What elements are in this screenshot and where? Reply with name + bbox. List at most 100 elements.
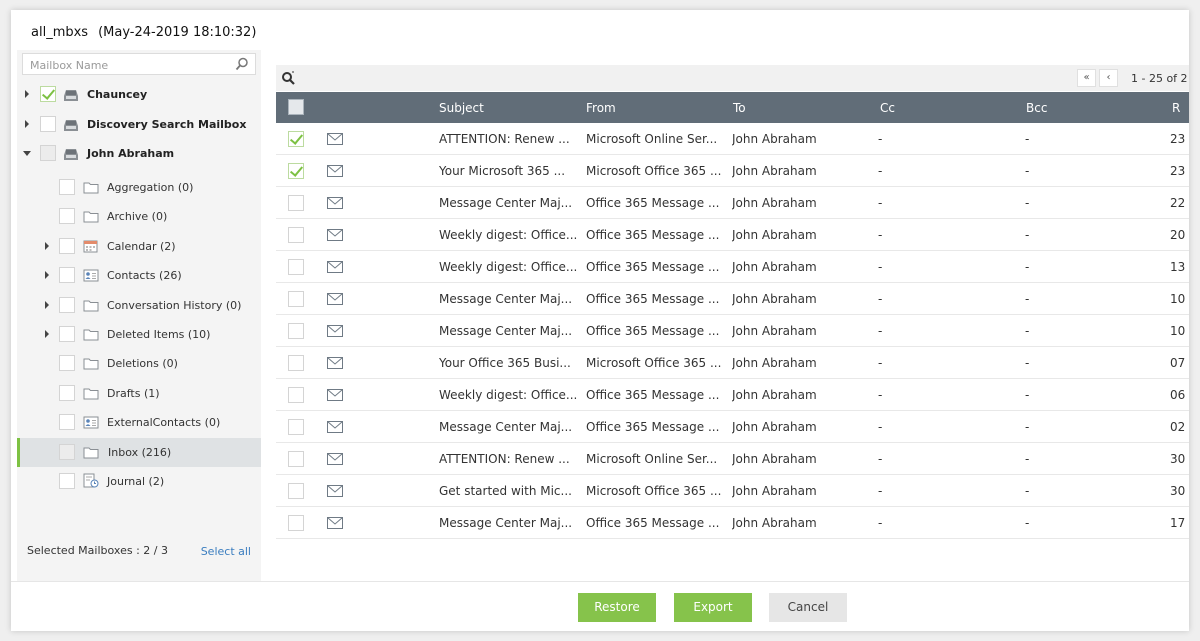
restore-dialog: all_mbxs (May-24-2019 18:10:32) Chauncey D… xyxy=(11,10,1189,631)
folder-checkbox[interactable] xyxy=(59,384,75,401)
contacts-icon xyxy=(83,267,99,286)
mailbox-checkbox[interactable] xyxy=(40,86,56,102)
search-icon[interactable] xyxy=(235,57,249,71)
grid-search-icon[interactable] xyxy=(281,71,296,86)
mailbox-label: Discovery Search Mailbox xyxy=(87,117,247,131)
folder-node[interactable]: Calendar (2) xyxy=(17,232,261,261)
select-all-checkbox[interactable] xyxy=(288,99,304,115)
cell-cc: - xyxy=(878,484,883,498)
folder-node[interactable]: Contacts (26) xyxy=(17,261,261,290)
mail-row[interactable]: Message Center Maj... Office 365 Message … xyxy=(276,187,1189,219)
expand-arrow-icon[interactable] xyxy=(45,330,49,338)
mail-row[interactable]: Your Microsoft 365 ... Microsoft Office 3… xyxy=(276,155,1189,187)
select-all-link[interactable]: Select all xyxy=(201,545,251,558)
mail-row[interactable]: Message Center Maj... Office 365 Message … xyxy=(276,507,1189,539)
mail-row[interactable]: ATTENTION: Renew ... Microsoft Online Ser… xyxy=(276,443,1189,475)
col-to[interactable]: To xyxy=(733,101,746,115)
col-subject[interactable]: Subject xyxy=(439,101,484,115)
row-checkbox[interactable] xyxy=(288,131,304,147)
cell-to: John Abraham xyxy=(732,132,817,146)
folder-checkbox[interactable] xyxy=(59,443,75,460)
mail-row[interactable]: Message Center Maj... Office 365 Message … xyxy=(276,315,1189,347)
folder-node[interactable]: ExternalContacts (0) xyxy=(17,408,261,437)
folder-node[interactable]: Conversation History (0) xyxy=(17,291,261,320)
mailbox-node[interactable]: Discovery Search Mailbox xyxy=(17,110,261,139)
col-cc[interactable]: Cc xyxy=(880,101,895,115)
row-checkbox[interactable] xyxy=(288,419,304,435)
row-checkbox[interactable] xyxy=(288,195,304,211)
cell-bcc: - xyxy=(1025,356,1030,370)
cell-from: Microsoft Office 365 ... xyxy=(586,356,722,370)
folder-node[interactable]: Journal (2) xyxy=(17,467,261,496)
expand-arrow-icon[interactable] xyxy=(45,271,49,280)
cell-from: Microsoft Office 365 ... xyxy=(586,164,722,178)
expand-arrow-icon[interactable] xyxy=(45,241,49,250)
folder-checkbox[interactable] xyxy=(59,267,75,284)
cell-to: John Abraham xyxy=(732,484,817,498)
folder-checkbox[interactable] xyxy=(59,208,75,225)
first-page-button[interactable]: « xyxy=(1077,69,1096,87)
folder-node[interactable]: Aggregation (0) xyxy=(17,173,261,202)
mail-row[interactable]: Your Office 365 Busi... Microsoft Office … xyxy=(276,347,1189,379)
expand-arrow-icon[interactable] xyxy=(25,119,29,128)
cell-to: John Abraham xyxy=(732,356,817,370)
mailbox-node[interactable]: John Abraham xyxy=(17,139,261,168)
mail-row[interactable]: Message Center Maj... Office 365 Message … xyxy=(276,283,1189,315)
mailbox-node[interactable]: Chauncey xyxy=(17,80,261,109)
grid-header: Subject From To Cc Bcc R xyxy=(276,92,1189,123)
collapse-arrow-icon[interactable] xyxy=(23,151,31,156)
row-checkbox[interactable] xyxy=(288,515,304,531)
folder-checkbox[interactable] xyxy=(59,473,75,489)
mail-row[interactable]: Get started with Mic... Microsoft Office … xyxy=(276,475,1189,507)
cell-bcc: - xyxy=(1025,132,1030,146)
mailbox-icon xyxy=(63,117,79,136)
folder-node[interactable]: Deleted Items (10) xyxy=(17,320,261,349)
mail-row[interactable]: ATTENTION: Renew ... Microsoft Online Ser… xyxy=(276,123,1189,155)
row-checkbox[interactable] xyxy=(288,387,304,403)
cell-subject: Your Office 365 Busi... xyxy=(439,356,571,370)
mail-icon xyxy=(327,325,343,340)
mailbox-checkbox[interactable] xyxy=(40,115,56,132)
row-checkbox[interactable] xyxy=(288,451,304,467)
cancel-button[interactable]: Cancel xyxy=(769,593,847,622)
cell-received: 07 xyxy=(1170,356,1186,370)
col-from[interactable]: From xyxy=(586,101,616,115)
row-checkbox[interactable] xyxy=(288,291,304,307)
restore-button[interactable]: Restore xyxy=(578,593,656,622)
col-received[interactable]: R xyxy=(1172,101,1180,115)
row-checkbox[interactable] xyxy=(288,323,304,339)
folder-node[interactable]: Inbox (216) xyxy=(17,437,261,467)
expand-arrow-icon[interactable] xyxy=(25,90,29,98)
prev-page-button[interactable]: ‹ xyxy=(1099,69,1118,87)
cell-to: John Abraham xyxy=(732,388,817,402)
folder-checkbox[interactable] xyxy=(59,355,75,372)
folder-label: ExternalContacts (0) xyxy=(107,416,221,430)
row-checkbox[interactable] xyxy=(288,259,304,275)
cell-cc: - xyxy=(878,516,883,530)
row-checkbox[interactable] xyxy=(288,483,304,499)
mailbox-checkbox[interactable] xyxy=(40,145,56,161)
row-checkbox[interactable] xyxy=(288,163,304,179)
mail-row[interactable]: Message Center Maj... Office 365 Message … xyxy=(276,411,1189,443)
mail-icon xyxy=(327,261,343,276)
folder-node[interactable]: Archive (0) xyxy=(17,202,261,231)
cell-bcc: - xyxy=(1025,292,1030,306)
row-checkbox[interactable] xyxy=(288,227,304,243)
mail-row[interactable]: Weekly digest: Office... Office 365 Messa… xyxy=(276,219,1189,251)
mail-row[interactable]: Weekly digest: Office... Office 365 Messa… xyxy=(276,251,1189,283)
folder-checkbox[interactable] xyxy=(59,326,75,342)
folder-checkbox[interactable] xyxy=(59,179,75,195)
cell-to: John Abraham xyxy=(732,452,817,466)
mail-row[interactable]: Weekly digest: Office... Office 365 Messa… xyxy=(276,379,1189,411)
folder-checkbox[interactable] xyxy=(59,237,75,254)
folder-checkbox[interactable] xyxy=(59,296,75,313)
folder-checkbox[interactable] xyxy=(59,414,75,431)
folder-node[interactable]: Drafts (1) xyxy=(17,379,261,408)
expand-arrow-icon[interactable] xyxy=(45,300,49,309)
row-checkbox[interactable] xyxy=(288,355,304,371)
folder-node[interactable]: Deletions (0) xyxy=(17,349,261,378)
mailbox-group-name: all_mbxs xyxy=(31,25,89,40)
export-button[interactable]: Export xyxy=(674,593,752,622)
col-bcc[interactable]: Bcc xyxy=(1026,101,1047,115)
mailbox-search-input[interactable] xyxy=(23,55,223,76)
